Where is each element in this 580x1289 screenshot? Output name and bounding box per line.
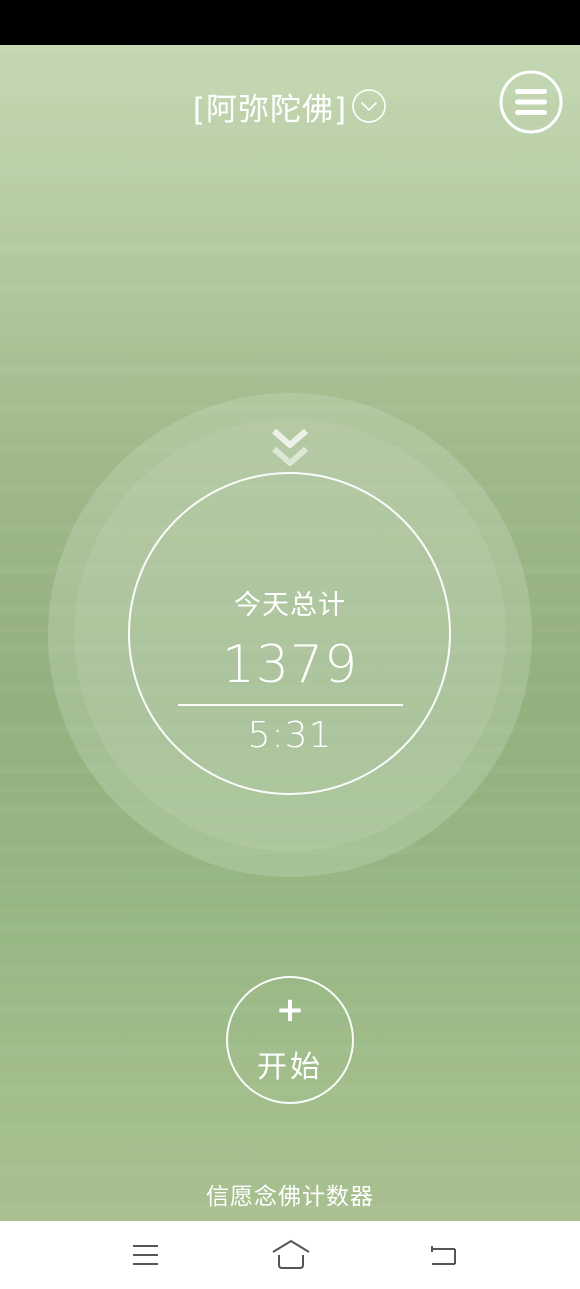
screen: [阿弥陀佛] 今天总计 1379 5:31 + 开始 信愿念佛计数器 [0, 0, 580, 1289]
today-total-count: 1379 [221, 635, 359, 695]
status-bar [0, 0, 580, 45]
divider [178, 704, 403, 706]
nav-home-button[interactable] [270, 1235, 312, 1275]
nav-back-button[interactable] [424, 1235, 464, 1275]
nav-menu-button[interactable] [125, 1235, 165, 1275]
mantra-title: [阿弥陀佛] [192, 91, 348, 128]
start-button[interactable]: + 开始 [226, 976, 354, 1104]
chevron-down-circle-icon [351, 88, 387, 124]
start-button-label: 开始 [257, 1050, 323, 1085]
plus-icon: + [275, 990, 305, 1030]
app-background: [阿弥陀佛] 今天总计 1379 5:31 + 开始 信愿念佛计数器 [0, 45, 580, 1221]
menu-circle-icon [499, 70, 563, 138]
back-icon [424, 1246, 464, 1279]
menu-icon [125, 1245, 165, 1279]
home-icon [270, 1239, 312, 1279]
double-chevron-down-icon[interactable] [270, 425, 310, 471]
today-total-label: 今天总计 [234, 590, 346, 621]
menu-button[interactable] [499, 70, 563, 134]
system-nav-bar [0, 1221, 580, 1289]
mantra-selector-button[interactable]: [阿弥陀佛] [0, 83, 580, 129]
app-name-label: 信愿念佛计数器 [206, 1184, 374, 1210]
elapsed-time: 5:31 [247, 715, 333, 756]
